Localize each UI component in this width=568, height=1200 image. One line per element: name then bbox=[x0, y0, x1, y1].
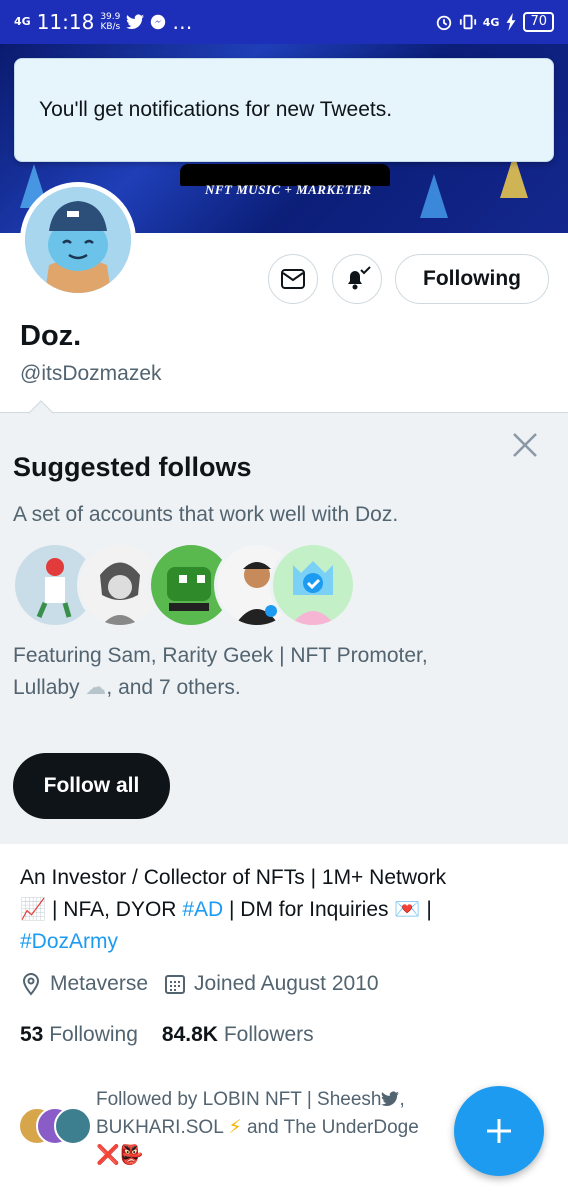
suggested-avatar bbox=[270, 542, 356, 628]
follower-avatar bbox=[54, 1107, 92, 1145]
profile-avatar[interactable] bbox=[20, 182, 136, 298]
bio-line-1: An Investor / Collector of NFTs | 1M+ Ne… bbox=[20, 866, 447, 889]
chart-emoji: 📈 bbox=[20, 898, 47, 921]
twitter-bird-icon bbox=[381, 1091, 400, 1107]
message-button[interactable] bbox=[268, 254, 318, 304]
charging-icon bbox=[506, 13, 516, 31]
follow-stats: 53 Following 84.8K Followers bbox=[20, 1023, 314, 1047]
vibrate-icon bbox=[459, 14, 476, 30]
banner-crystal bbox=[420, 174, 448, 218]
following-stat[interactable]: 53 Following bbox=[20, 1023, 138, 1047]
alarm-icon bbox=[436, 15, 451, 31]
more-notifications: … bbox=[172, 10, 193, 34]
follow-all-button[interactable]: Follow all bbox=[13, 753, 170, 819]
network-speed: 39.9 KB/s bbox=[100, 12, 120, 32]
status-bar: 4G 11:18 39.9 KB/s … 4G 70 bbox=[0, 0, 568, 44]
twitter-icon bbox=[126, 14, 145, 30]
hashtag-dozarmy-link[interactable]: #DozArmy bbox=[20, 930, 118, 953]
calendar-icon bbox=[165, 975, 186, 994]
location-pin-icon bbox=[22, 972, 40, 996]
network-indicator-right: 4G bbox=[482, 15, 500, 29]
followers-stat[interactable]: 84.8K Followers bbox=[162, 1023, 314, 1047]
suggested-featuring: Featuring Sam, Rarity Geek | NFT Promote… bbox=[13, 640, 543, 704]
toast-message: You'll get notifications for new Tweets. bbox=[39, 98, 393, 121]
bio-text: | DM for Inquiries bbox=[223, 898, 395, 921]
followed-by-bukhari: BUKHARI.SOL bbox=[96, 1117, 224, 1138]
lightning-emoji: ⚡ bbox=[228, 1117, 242, 1138]
notifications-button[interactable] bbox=[332, 254, 382, 304]
followed-by-underdoge: and The UnderDoge bbox=[241, 1117, 419, 1138]
cloud-emoji: ☁ bbox=[85, 676, 107, 699]
battery-level: 70 bbox=[523, 12, 554, 32]
profile-name: Doz. bbox=[20, 320, 82, 352]
followed-by-text[interactable]: Followed by LOBIN NFT | Sheesh, BUKHARI.… bbox=[96, 1086, 466, 1170]
featuring-lullaby: Lullaby bbox=[13, 676, 80, 699]
banner-logo-text: NFT MUSIC + MARKETER bbox=[205, 182, 372, 197]
location-text: Metaverse bbox=[50, 972, 149, 995]
following-count: 53 bbox=[20, 1023, 44, 1046]
followers-count: 84.8K bbox=[161, 1023, 218, 1046]
plus-icon bbox=[487, 1119, 511, 1143]
clock: 11:18 bbox=[36, 10, 95, 34]
network-indicator: 4G bbox=[14, 15, 31, 28]
love-letter-emoji: 💌 bbox=[394, 898, 421, 921]
followers-label: Followers bbox=[223, 1023, 314, 1046]
avatar-illustration bbox=[25, 187, 131, 293]
avatar-image bbox=[25, 187, 131, 293]
hashtag-ad-link[interactable]: #AD bbox=[182, 898, 223, 921]
location: Metaverse bbox=[20, 972, 148, 996]
bio-text: | bbox=[420, 898, 432, 921]
followed-by-emojis: ❌👺 bbox=[96, 1145, 144, 1166]
followed-by-avatars bbox=[18, 1107, 96, 1147]
profile-meta: Metaverse Joined August 2010 bbox=[20, 972, 395, 996]
suggested-avatar-stack[interactable] bbox=[12, 542, 356, 630]
close-suggestions-button[interactable] bbox=[508, 428, 542, 462]
notification-toast: You'll get notifications for new Tweets. bbox=[14, 58, 554, 162]
compose-tweet-button[interactable] bbox=[454, 1086, 544, 1176]
speed-unit: KB/s bbox=[100, 22, 121, 32]
close-icon bbox=[513, 433, 537, 457]
speed-value: 39.9 bbox=[100, 12, 121, 22]
suggested-title: Suggested follows bbox=[13, 452, 252, 482]
followed-by-line-1: Followed by LOBIN NFT | Sheesh bbox=[96, 1089, 382, 1110]
followed-by-comma: , bbox=[399, 1089, 405, 1110]
envelope-icon bbox=[281, 269, 305, 289]
suggested-subtitle: A set of accounts that work well with Do… bbox=[13, 503, 399, 526]
following-label: Following bbox=[49, 1023, 138, 1046]
bio-text: | NFA, DYOR bbox=[46, 898, 183, 921]
profile-bio: An Investor / Collector of NFTs | 1M+ Ne… bbox=[20, 862, 550, 958]
joined-date: Joined August 2010 bbox=[164, 972, 379, 996]
featuring-others: , and 7 others. bbox=[106, 676, 241, 699]
joined-text: Joined August 2010 bbox=[194, 972, 379, 995]
featuring-line-1: Featuring Sam, Rarity Geek | NFT Promote… bbox=[13, 644, 428, 667]
bell-check-icon bbox=[348, 266, 371, 290]
messenger-icon bbox=[151, 14, 166, 30]
following-button[interactable]: Following bbox=[395, 254, 549, 304]
profile-handle: @itsDozmazek bbox=[20, 362, 162, 385]
